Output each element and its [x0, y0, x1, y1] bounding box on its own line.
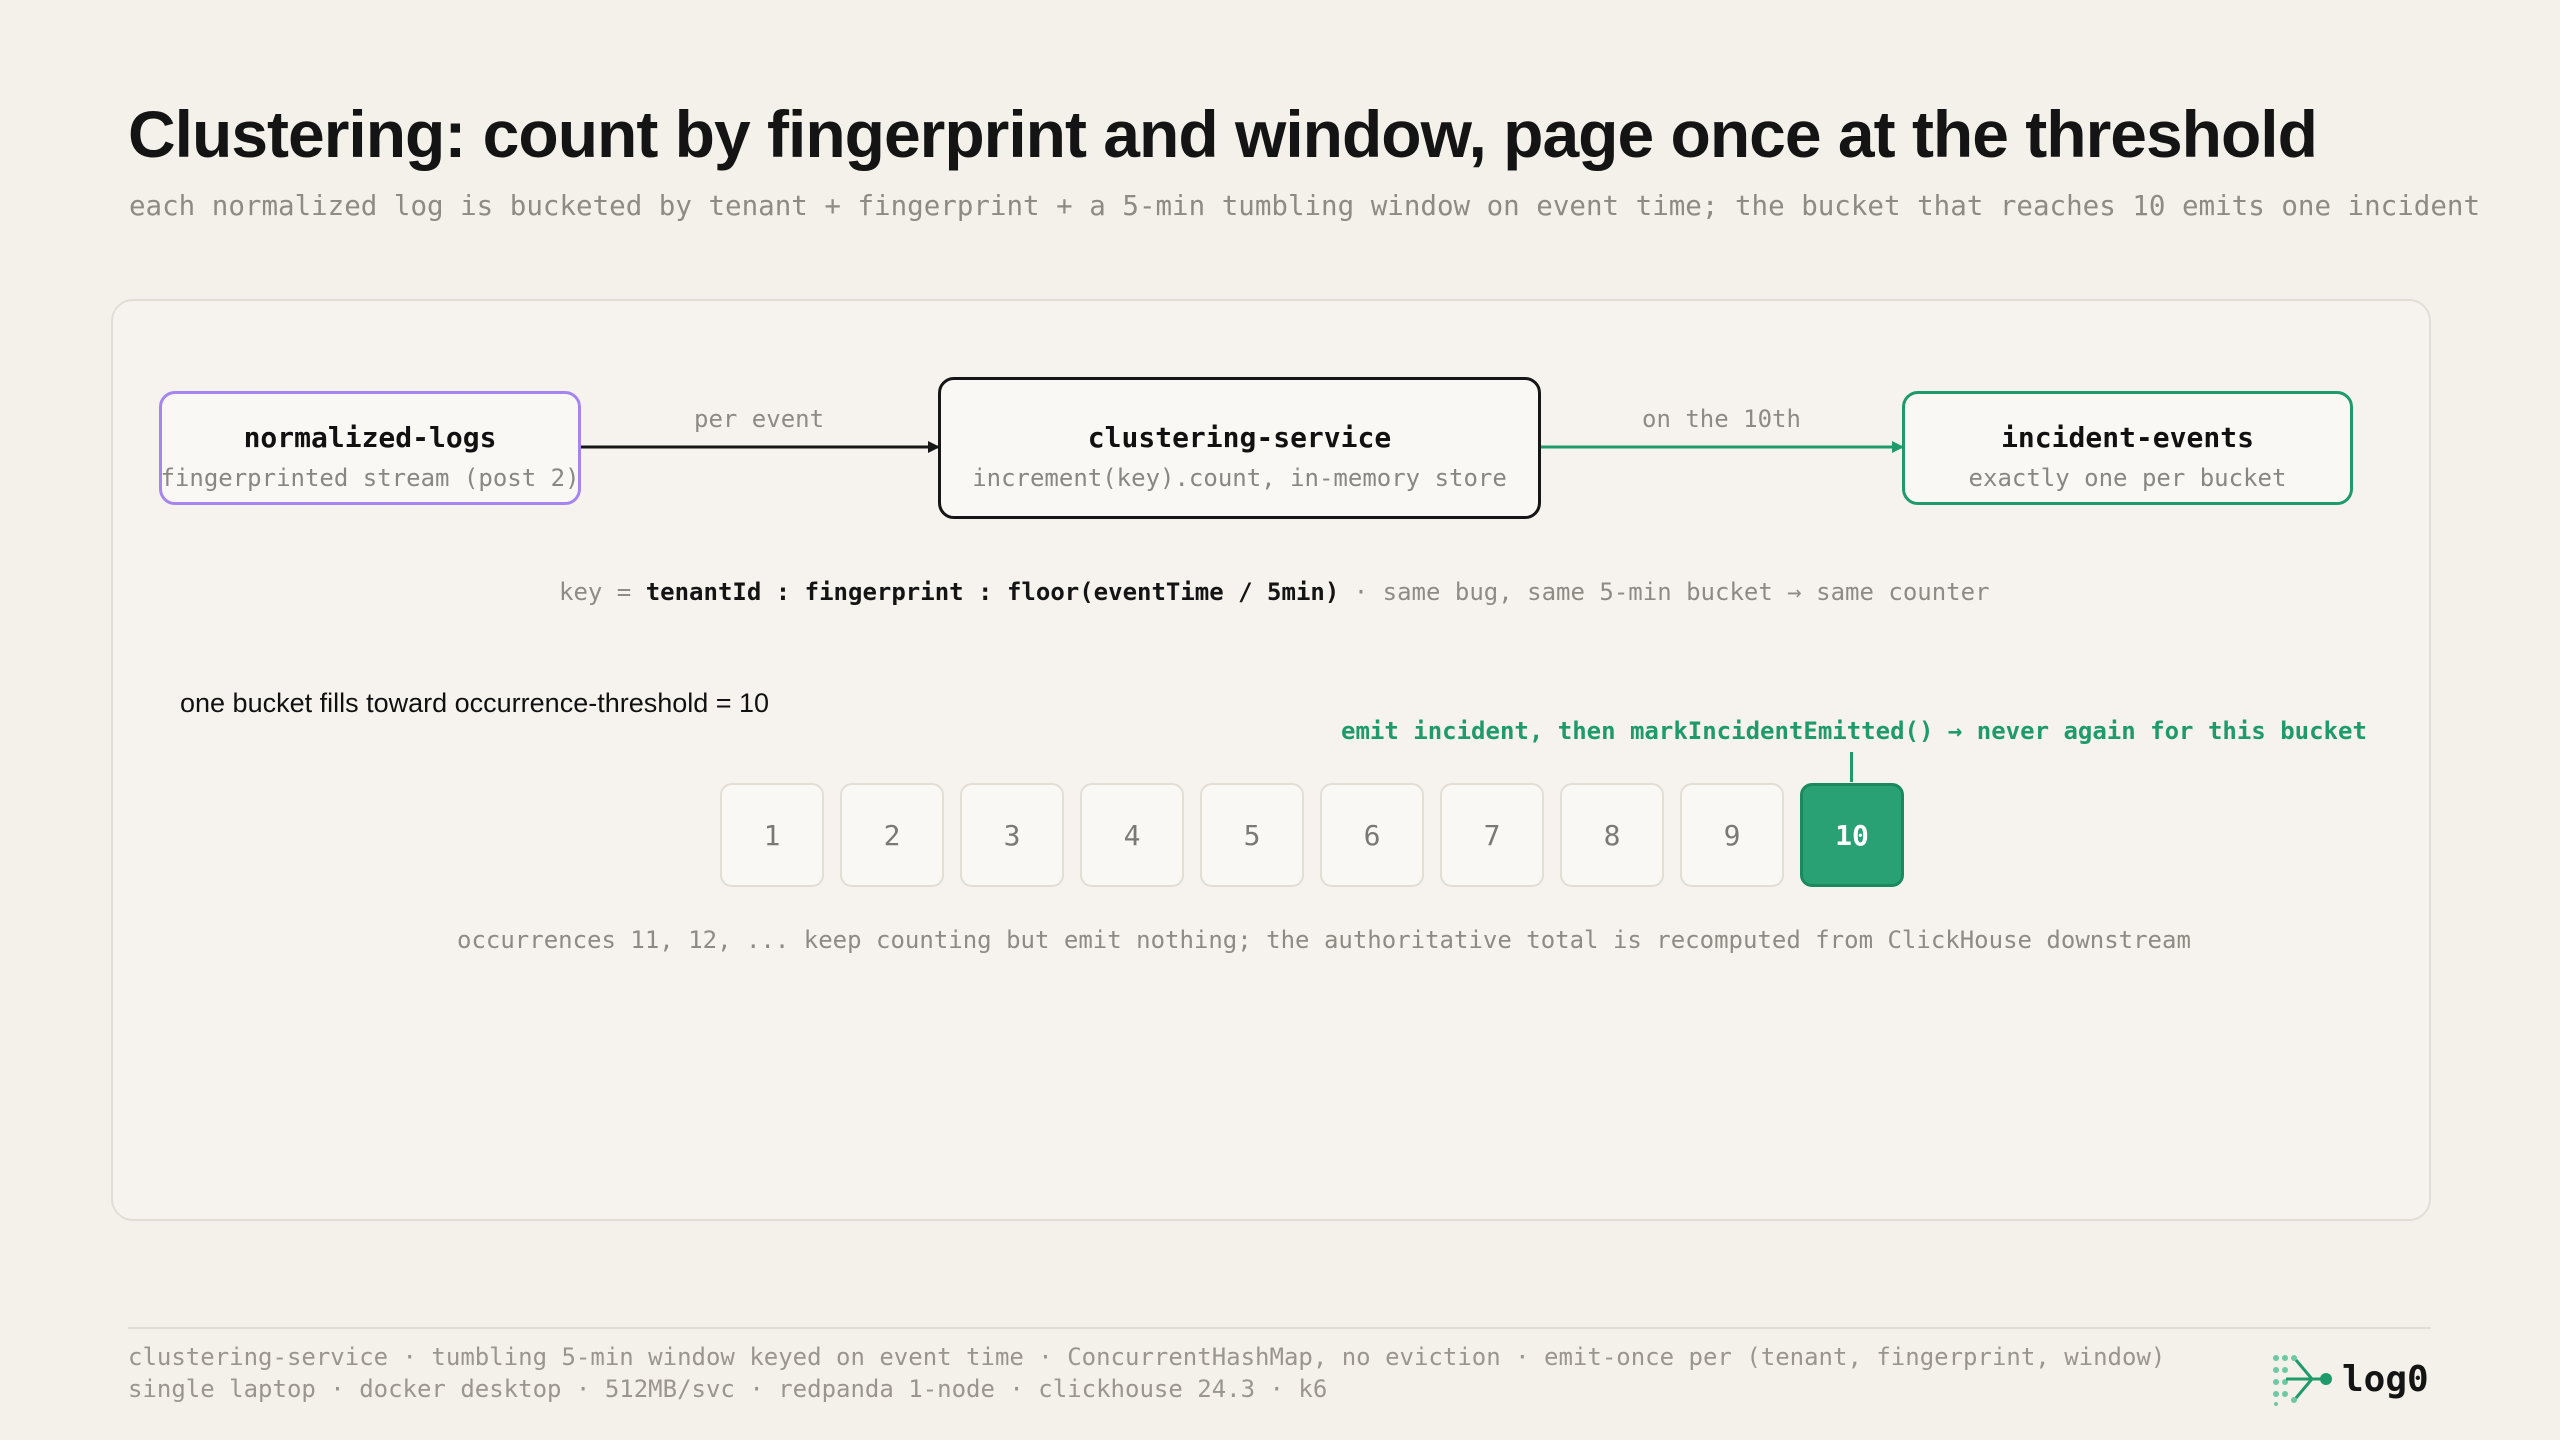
node-name: clustering-service	[1087, 421, 1392, 454]
footer-divider	[128, 1327, 2431, 1329]
overflow-note: occurrences 11, 12, ... keep counting bu…	[457, 926, 2191, 954]
key-tenant: tenantId	[645, 578, 762, 606]
node-name: incident-events	[2001, 421, 2254, 454]
bucket-cell-3: 3	[960, 783, 1064, 887]
emit-pointer	[1850, 752, 1853, 782]
node-subtitle: increment(key).count, in-memory store	[972, 464, 1507, 492]
bucket-caption: one bucket fills toward occurrence-thres…	[180, 688, 770, 718]
footer-line-1: clustering-service · tumbling 5-min wind…	[128, 1343, 2166, 1371]
footer-line-2: single laptop · docker desktop · 512MB/s…	[128, 1375, 1328, 1403]
edge-label-on-the-10th: on the 10th	[1642, 405, 1801, 433]
key-separator: :	[761, 578, 805, 606]
node-clustering-service: clustering-service increment(key).count,…	[938, 377, 1541, 519]
node-incident-events: incident-events exactly one per bucket	[1902, 391, 2353, 505]
bucket-key-formula: key = tenantId : fingerprint : floor(eve…	[559, 578, 1990, 606]
key-window: floor(eventTime / 5min)	[1006, 578, 1340, 606]
key-suffix: · same bug, same 5-min bucket → same cou…	[1339, 578, 1990, 606]
bucket-cell-7: 7	[1440, 783, 1544, 887]
bucket-cell-9: 9	[1680, 783, 1784, 887]
bucket-cell-6: 6	[1320, 783, 1424, 887]
bucket-cell-10: 10	[1800, 783, 1904, 887]
node-subtitle: exactly one per bucket	[1968, 464, 2287, 492]
key-fingerprint: fingerprint	[804, 578, 964, 606]
emit-note: emit incident, then markIncidentEmitted(…	[1341, 717, 2367, 745]
log0-logo-icon	[2273, 1355, 2332, 1406]
edge-label-per-event: per event	[694, 405, 825, 433]
node-normalized-logs: normalized-logs fingerprinted stream (po…	[159, 391, 581, 505]
page-title: Clustering: count by fingerprint and win…	[128, 97, 2318, 171]
logo-text: log0	[2342, 1358, 2429, 1400]
node-subtitle: fingerprinted stream (post 2)	[160, 464, 580, 492]
key-separator: :	[963, 578, 1007, 606]
page-subtitle: each normalized log is bucketed by tenan…	[129, 190, 2481, 222]
bucket-cell-1: 1	[720, 783, 824, 887]
log0-logo: log0	[2272, 1352, 2429, 1406]
bucket-cell-2: 2	[840, 783, 944, 887]
node-name: normalized-logs	[243, 421, 497, 454]
key-prefix: key =	[559, 578, 646, 606]
bucket-cell-4: 4	[1080, 783, 1184, 887]
bucket-cell-8: 8	[1560, 783, 1664, 887]
bucket-cell-5: 5	[1200, 783, 1304, 887]
